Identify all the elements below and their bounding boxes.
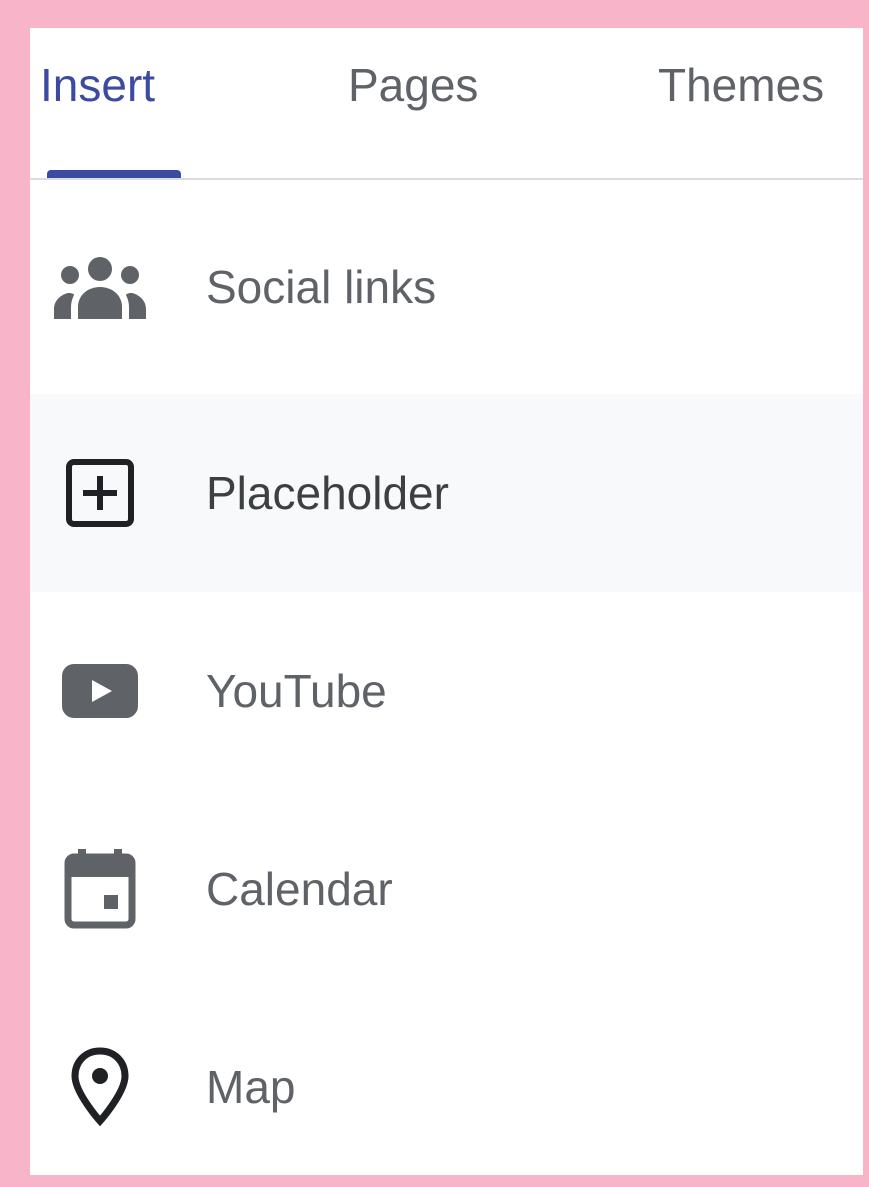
tab-bar: Insert Pages Themes [30,28,863,180]
youtube-play-icon [50,641,150,741]
menu-item-label: Placeholder [206,467,449,519]
menu-item-youtube[interactable]: YouTube [30,592,863,790]
calendar-icon [50,839,150,939]
menu-item-label: YouTube [206,665,387,717]
people-group-icon [50,237,150,337]
insert-panel: Insert Pages Themes Social links Placeho… [30,28,863,1175]
menu-item-social-links[interactable]: Social links [30,180,863,394]
menu-item-label: Calendar [206,863,393,915]
active-tab-indicator [47,170,181,178]
map-pin-icon [50,1037,150,1137]
tab-themes[interactable]: Themes [658,58,824,112]
menu-item-label: Social links [206,261,437,313]
insert-menu: Social links Placeholder YouTube Calenda… [30,180,863,1175]
plus-box-icon [50,443,150,543]
tab-pages[interactable]: Pages [348,58,478,112]
menu-item-label: Map [206,1061,296,1113]
menu-item-calendar[interactable]: Calendar [30,790,863,988]
frame-notch [375,0,425,14]
menu-item-placeholder[interactable]: Placeholder [30,394,863,592]
menu-item-map[interactable]: Map [30,988,863,1175]
tab-insert[interactable]: Insert [40,58,155,112]
